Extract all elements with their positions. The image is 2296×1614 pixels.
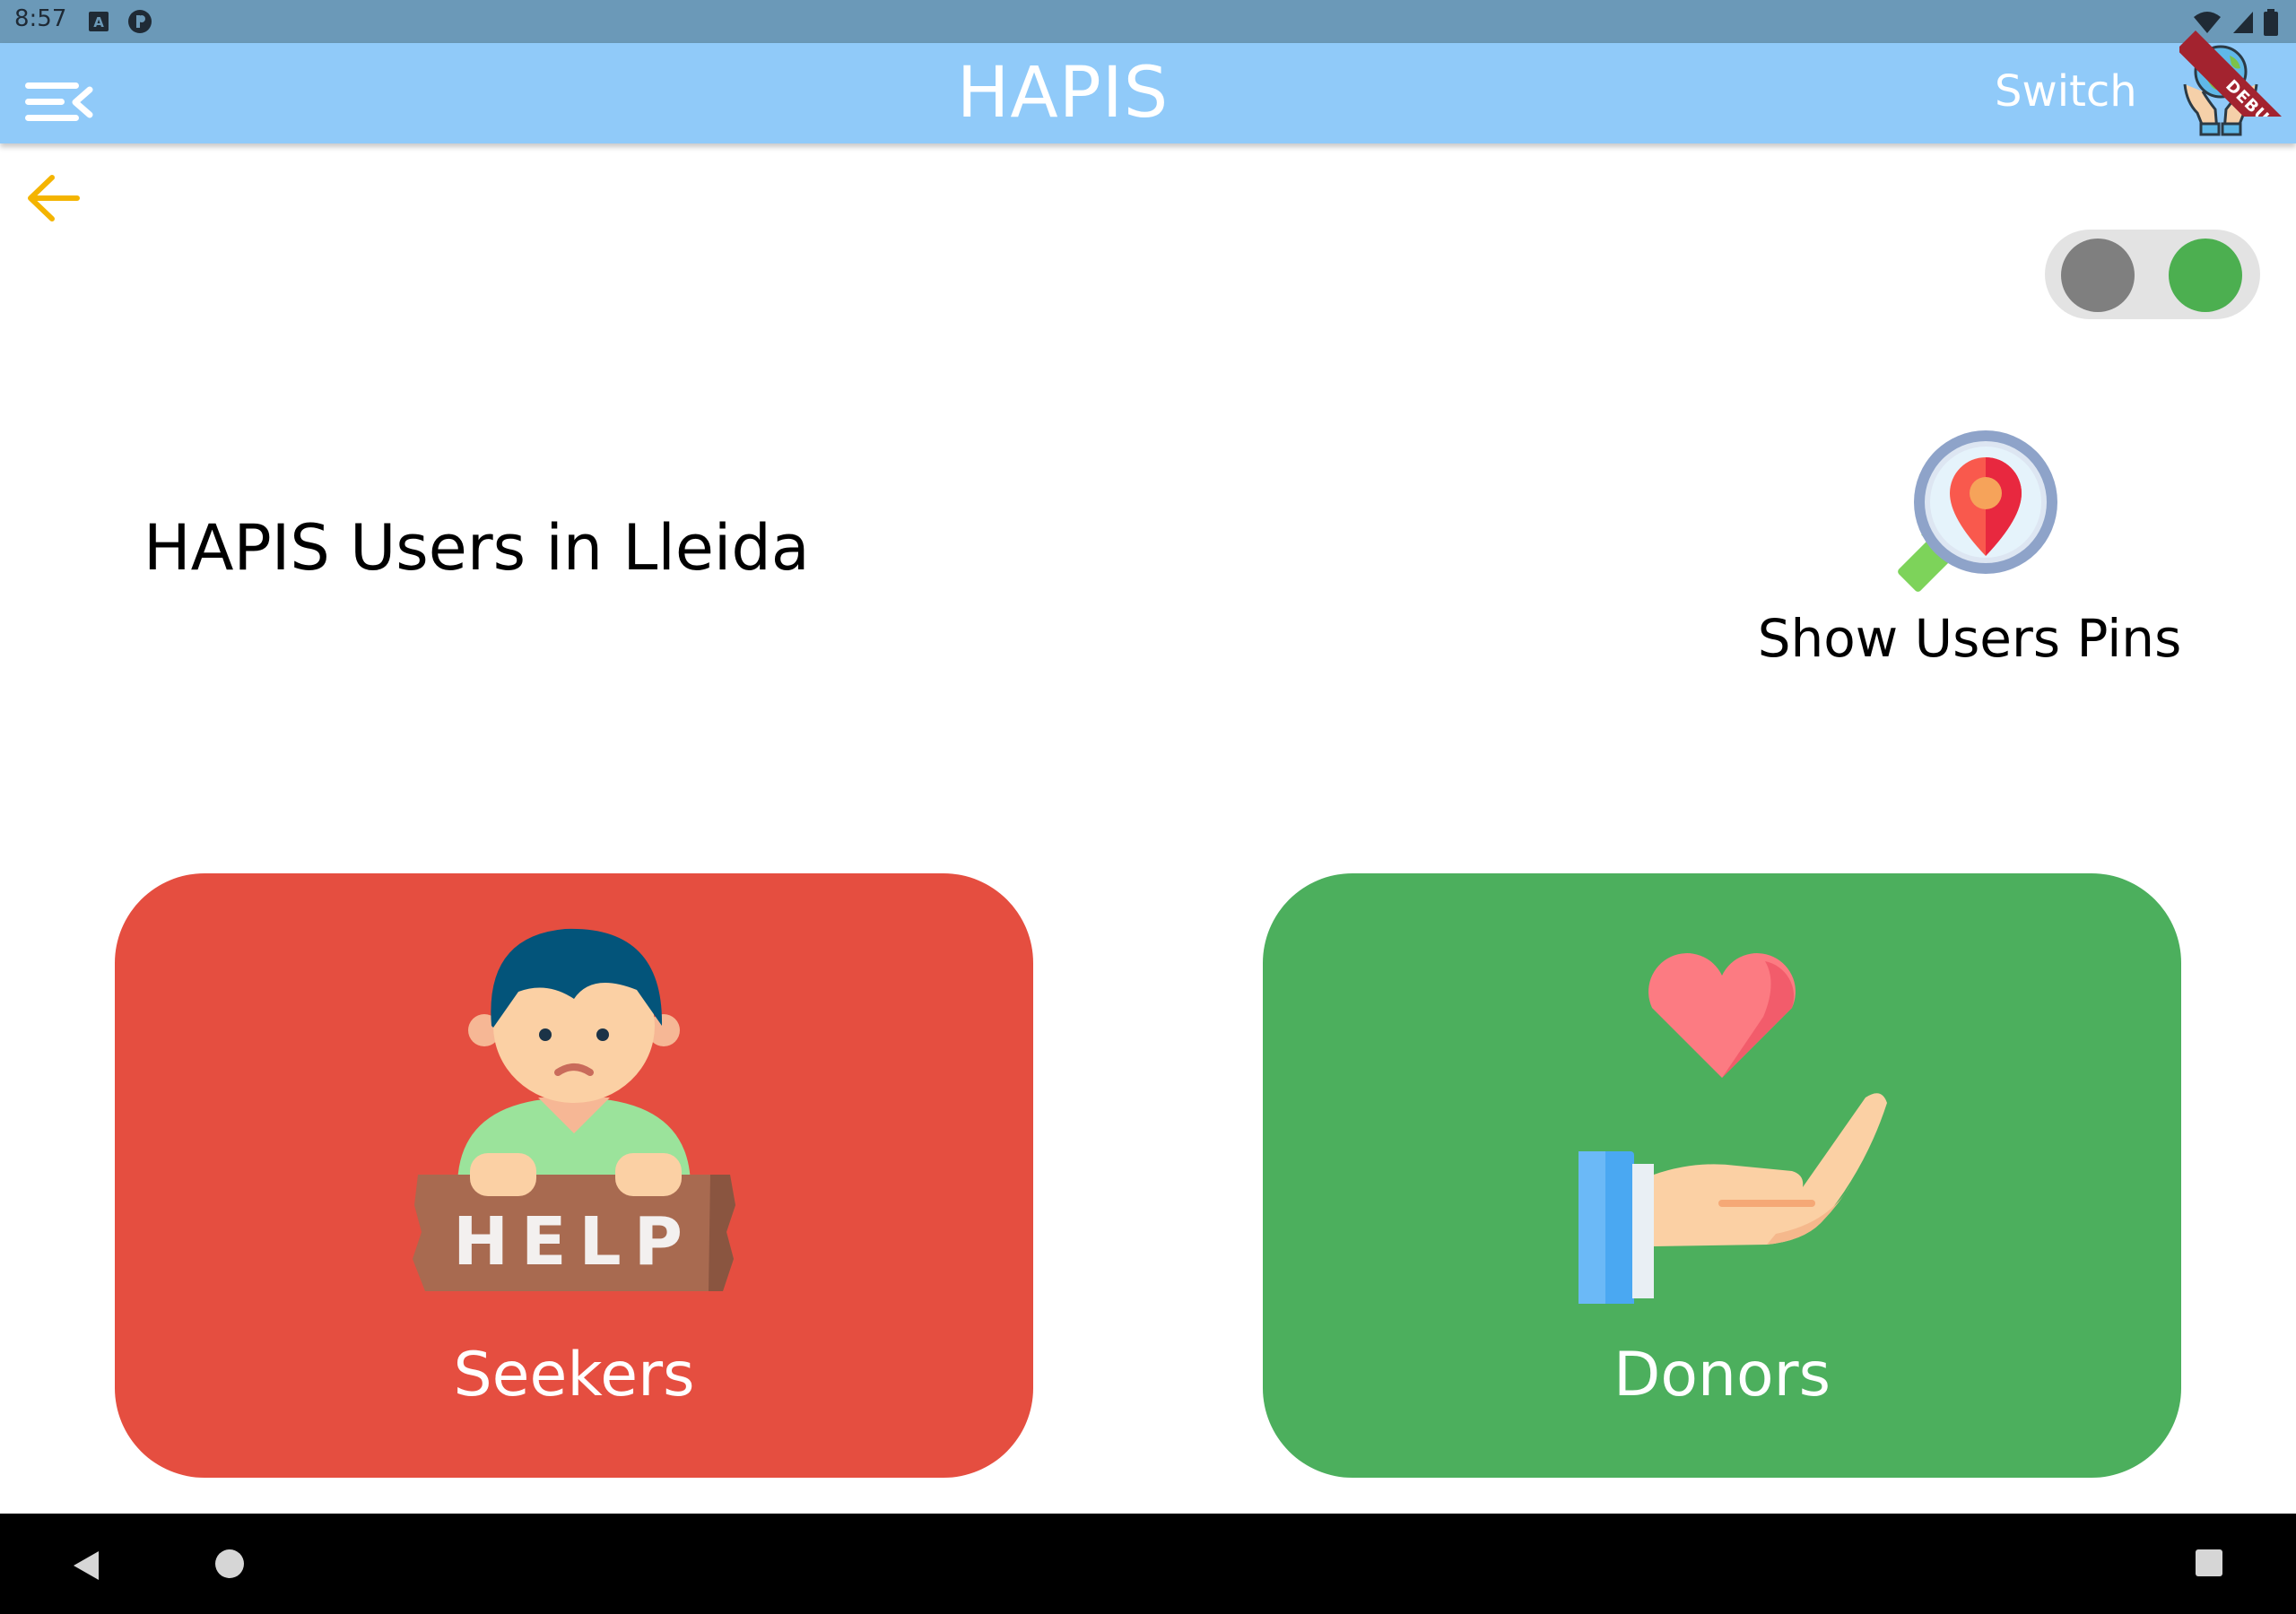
donors-card[interactable]: Donors: [1263, 873, 2181, 1478]
giving-hand-heart-icon: [1578, 953, 1887, 1304]
seekers-card[interactable]: HELP Seekers: [115, 873, 1033, 1478]
nav-home-icon[interactable]: [215, 1549, 244, 1578]
svg-text:A: A: [93, 14, 104, 30]
help-sign-text: HELP: [453, 1203, 695, 1280]
donors-label: Donors: [1613, 1340, 1831, 1410]
toggle-knob-off: [2061, 239, 2135, 312]
battery-icon: [2264, 9, 2278, 36]
app-title: HAPIS: [956, 53, 1170, 134]
globe-in-hands-icon[interactable]: [2178, 43, 2264, 136]
seekers-label: Seekers: [453, 1340, 695, 1410]
wifi-icon: [2194, 12, 2221, 33]
switch-button[interactable]: Switch: [1995, 66, 2137, 117]
toggle-knob-on: [2169, 239, 2242, 312]
status-right-icons: [2192, 9, 2278, 36]
status-time: 8:57: [14, 5, 67, 32]
map-pin-search-icon[interactable]: [1874, 421, 2072, 610]
nav-back-icon[interactable]: [68, 1548, 104, 1584]
app-bar: HAPIS Switch: [0, 43, 2296, 143]
signal-icon: [2233, 12, 2253, 33]
nav-recents-icon[interactable]: [2196, 1549, 2222, 1576]
arrow-left-icon[interactable]: [22, 165, 88, 231]
keyboard-a-icon: A: [89, 12, 109, 31]
show-pins-toggle[interactable]: [2045, 230, 2260, 319]
system-nav-bar: [0, 1514, 2296, 1614]
page-heading: HAPIS Users in Lleida: [144, 511, 810, 585]
help-seeker-icon: HELP: [413, 928, 735, 1291]
status-bar: 8:57 A: [0, 0, 2296, 43]
p-badge-icon: [128, 10, 152, 33]
show-users-pins-label[interactable]: Show Users Pins: [1745, 608, 2194, 669]
